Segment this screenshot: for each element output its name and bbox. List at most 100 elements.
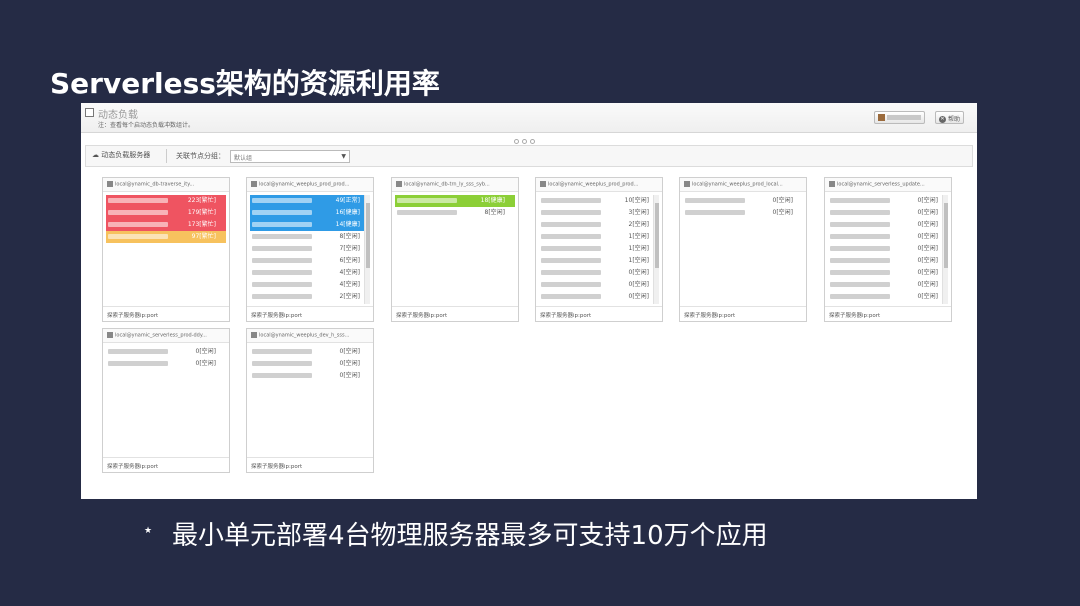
server-ip-redacted [541, 222, 601, 227]
card-header: local@ynamic_weeplus_prod_prod... [247, 178, 373, 192]
server-row[interactable]: 0[空闲] [828, 231, 948, 243]
server-row[interactable]: 0[空闲] [539, 267, 659, 279]
server-ip-redacted [252, 270, 312, 275]
server-row[interactable]: 0[空闲] [828, 291, 948, 303]
server-card: local@ynamic_weeplus_prod_prod... 49[正常] 1… [246, 177, 374, 322]
load-value: 8[空闲] [484, 209, 506, 216]
server-row[interactable]: 0[空闲] [828, 255, 948, 267]
load-value: 49[正常] [335, 197, 360, 204]
server-row[interactable]: 179[繁忙] [106, 207, 226, 219]
server-row[interactable]: 0[空闲] [539, 279, 659, 291]
server-row[interactable]: 0[空闲] [828, 243, 948, 255]
help-label: 帮助 [948, 116, 961, 123]
server-ip-redacted [541, 210, 601, 215]
server-ip-redacted [830, 198, 890, 203]
server-row[interactable]: 2[空闲] [539, 219, 659, 231]
server-row[interactable]: 0[空闲] [250, 358, 370, 370]
server-ip-redacted [541, 294, 601, 299]
node-group-select[interactable]: 默认组 ▼ [230, 150, 350, 163]
server-ip-redacted [541, 198, 601, 203]
server-card: local@ynamic_db-traverse_ity... 223[繁忙] 17… [102, 177, 230, 322]
server-row[interactable]: 16[健康] [250, 207, 370, 219]
card-footer: 探索子服务器ip:port [103, 306, 229, 321]
filter-bar: ☁ 动态负载服务器 关联节点分组： 默认组 ▼ [85, 145, 973, 167]
server-row[interactable]: 1[空闲] [539, 243, 659, 255]
server-row[interactable]: 2[空闲] [250, 291, 370, 303]
load-value: 1[空闲] [628, 245, 650, 252]
server-row[interactable]: 3[空闲] [539, 207, 659, 219]
load-value: 0[空闲] [195, 360, 217, 367]
server-row[interactable]: 18[健康] [395, 195, 515, 207]
server-ip-redacted [108, 361, 168, 366]
server-row[interactable]: 0[空闲] [683, 195, 803, 207]
server-row[interactable]: 0[空闲] [539, 291, 659, 303]
server-ip-redacted [108, 210, 168, 215]
server-row[interactable]: 6[空闲] [250, 255, 370, 267]
server-row[interactable]: 7[空闲] [250, 243, 370, 255]
server-ip-redacted [830, 258, 890, 263]
load-value: 0[空闲] [628, 293, 650, 300]
load-value: 0[空闲] [917, 209, 939, 216]
page-icon [85, 108, 94, 117]
load-value: 0[空闲] [917, 245, 939, 252]
user-menu-button[interactable] [874, 111, 925, 124]
server-ip-redacted [830, 234, 890, 239]
load-value: 16[健康] [335, 209, 360, 216]
server-row[interactable]: 97[繁忙] [106, 231, 226, 243]
load-value: 179[繁忙] [187, 209, 216, 216]
server-row[interactable]: 0[空闲] [250, 370, 370, 382]
server-row[interactable]: 8[空闲] [395, 207, 515, 219]
filter-tab[interactable]: ☁ 动态负载服务器 [92, 150, 150, 160]
server-row[interactable]: 0[空闲] [828, 219, 948, 231]
server-row[interactable]: 0[空闲] [828, 279, 948, 291]
load-value: 173[繁忙] [187, 221, 216, 228]
server-row[interactable]: 0[空闲] [828, 195, 948, 207]
server-row[interactable]: 10[空闲] [539, 195, 659, 207]
server-ip-redacted [830, 210, 890, 215]
server-ip-redacted [252, 246, 312, 251]
card-footer: 探索子服务器ip:port [103, 457, 229, 472]
server-row[interactable]: 0[空闲] [106, 358, 226, 370]
server-ip-redacted [252, 222, 312, 227]
server-ip-redacted [397, 198, 457, 203]
server-row[interactable]: 173[繁忙] [106, 219, 226, 231]
server-card: local@ynamic_weeplus_prod_local... 0[空闲] 0… [679, 177, 807, 322]
card-scrollbar[interactable] [653, 195, 659, 304]
load-value: 0[空闲] [772, 209, 794, 216]
card-scrollbar[interactable] [364, 195, 370, 304]
server-ip-redacted [108, 349, 168, 354]
page-note: 注：查看每个启动态负载冲数组计。 [98, 122, 195, 129]
load-value: 4[空闲] [339, 281, 361, 288]
server-ip-redacted [541, 270, 601, 275]
server-row[interactable]: 14[健康] [250, 219, 370, 231]
server-ip-redacted [252, 258, 312, 263]
help-button[interactable]: ✕ 帮助 [935, 111, 965, 124]
server-row[interactable]: 4[空闲] [250, 279, 370, 291]
card-list: 0[空闲] 0[空闲] 0[空闲] [250, 346, 370, 455]
server-row[interactable]: 0[空闲] [828, 267, 948, 279]
server-ip-redacted [252, 294, 312, 299]
server-row[interactable]: 0[空闲] [828, 207, 948, 219]
server-row[interactable]: 1[空闲] [539, 231, 659, 243]
server-icon [396, 181, 402, 187]
server-ip-redacted [252, 373, 312, 378]
server-row[interactable]: 4[空闲] [250, 267, 370, 279]
server-row[interactable]: 0[空闲] [683, 207, 803, 219]
card-list: 10[空闲] 3[空闲] 2[空闲] 1[空闲] 1[空闲] 1[空闲] 0[空闲] 0[空闲… [539, 195, 659, 304]
card-header: local@ynamic_weeplus_dev_h_sss... [247, 329, 373, 343]
server-row[interactable]: 223[繁忙] [106, 195, 226, 207]
server-row[interactable]: 1[空闲] [539, 255, 659, 267]
server-ip-redacted [252, 210, 312, 215]
card-footer: 探索子服务器ip:port [247, 306, 373, 321]
server-row[interactable]: 8[空闲] [250, 231, 370, 243]
server-ip-redacted [252, 282, 312, 287]
server-icon [829, 181, 835, 187]
card-list: 0[空闲] 0[空闲] [683, 195, 803, 304]
card-scrollbar[interactable] [942, 195, 948, 304]
server-row[interactable]: 0[空闲] [250, 346, 370, 358]
load-value: 7[空闲] [339, 245, 361, 252]
server-row[interactable]: 0[空闲] [106, 346, 226, 358]
server-row[interactable]: 49[正常] [250, 195, 370, 207]
card-list: 0[空闲] 0[空闲] [106, 346, 226, 455]
load-value: 0[空闲] [628, 281, 650, 288]
